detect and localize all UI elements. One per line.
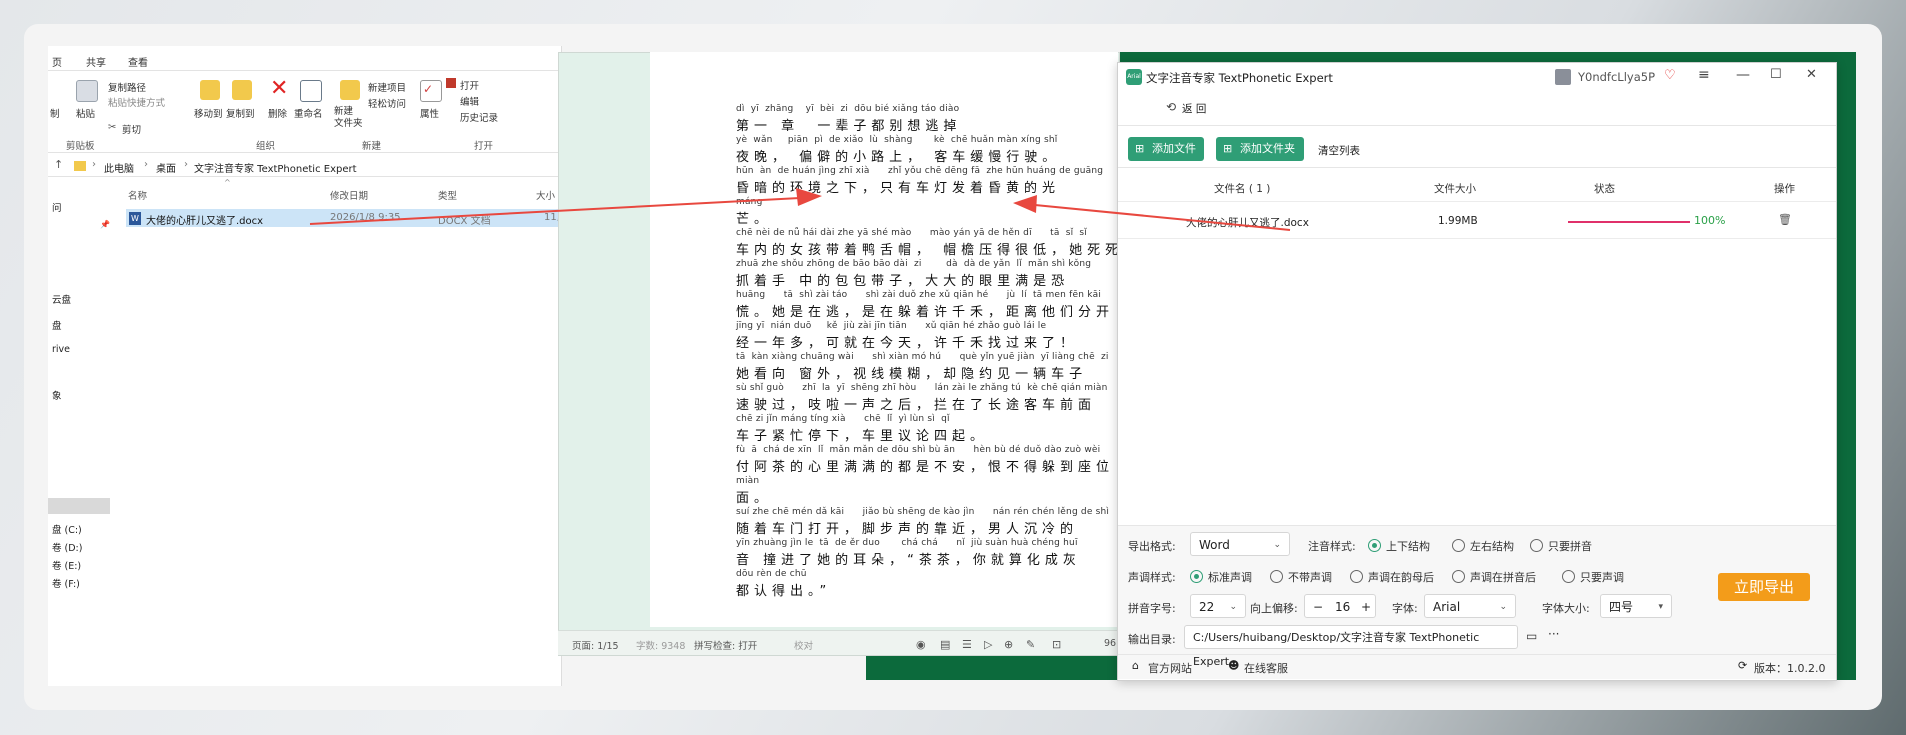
arrow-line-left	[309, 197, 801, 225]
arrowhead-right-icon	[1013, 195, 1037, 213]
arrowhead-left-icon	[796, 188, 822, 206]
annotation-arrows	[309, 188, 1291, 231]
arrow-line-right	[1034, 204, 1291, 231]
